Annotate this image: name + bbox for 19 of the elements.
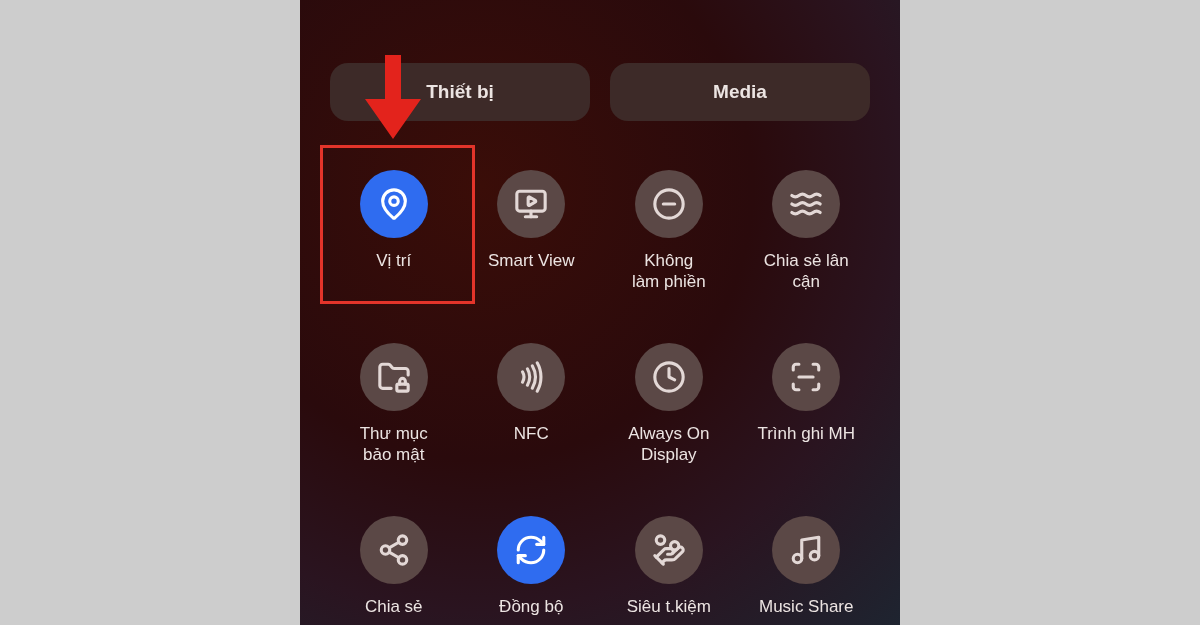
toggle-label: Thư mục bảo mật — [359, 423, 428, 465]
down-arrow-icon — [363, 55, 423, 139]
toggle-label: Đồng bộ — [499, 596, 564, 617]
toggle-label: Vị trí — [376, 250, 412, 271]
toggle-label: Siêu t.kiệm — [626, 596, 711, 617]
toggle-label: Always On Display — [628, 423, 710, 465]
folder-lock-icon — [376, 360, 411, 394]
toggle-label: Chia sẻ — [364, 596, 423, 617]
toggle-label: Music Share — [759, 596, 854, 617]
toggle-label: Trình ghi MH — [757, 423, 856, 444]
hand-arrows-icon — [651, 533, 686, 567]
category-tab[interactable]: Thiết bị — [330, 63, 590, 121]
minus-circle-icon — [651, 187, 686, 221]
category-tab[interactable]: Media — [610, 63, 870, 121]
toggle-label: Không làm phiền — [631, 250, 706, 292]
toggle-label: Chia sẻ lân cận — [763, 250, 849, 292]
toggle-label: Smart View — [487, 250, 575, 271]
toggle-label: NFC — [513, 423, 549, 444]
clock-icon — [651, 360, 686, 394]
